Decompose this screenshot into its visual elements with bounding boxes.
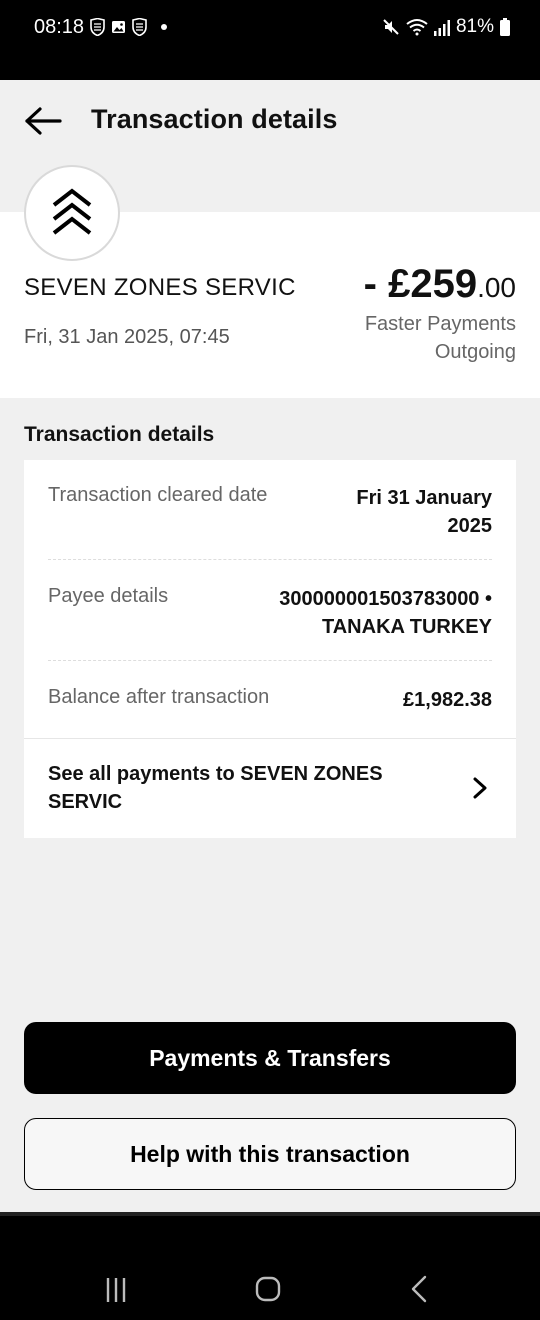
details-card: Transaction cleared date Fri 31 January …: [24, 460, 516, 838]
amount-pence: .00: [477, 272, 516, 303]
recent-apps-icon[interactable]: [96, 1272, 136, 1308]
mute-icon: [383, 19, 399, 35]
amount-main: - £259: [363, 262, 478, 306]
detail-row-payee: Payee details 300000001503783000 • TANAK…: [48, 585, 492, 641]
status-icons-left: [90, 18, 167, 36]
battery-icon: [500, 18, 510, 36]
payment-type-line1: Faster Payments: [364, 313, 516, 335]
arrow-left-icon[interactable]: [22, 106, 62, 136]
detail-value: Fri 31 January 2025: [356, 484, 492, 540]
signal-icon: [433, 20, 450, 36]
divider: [48, 660, 492, 661]
see-all-line1: See all payments to SEVEN ZONES: [48, 763, 383, 785]
section-title: Transaction details: [24, 423, 215, 446]
detail-label: Transaction cleared date: [48, 484, 268, 506]
detail-row-balance: Balance after transaction £1,982.38: [48, 686, 492, 716]
gallery-icon: [112, 21, 125, 33]
system-nav-bar: [0, 1212, 540, 1320]
page-title: Transaction details: [91, 104, 338, 134]
transaction-datetime: Fri, 31 Jan 2025, 07:45: [24, 326, 230, 348]
detail-value-line2: 2025: [447, 515, 493, 537]
status-time: 08:18: [34, 16, 85, 38]
detail-value-line1: Fri 31 January: [356, 487, 492, 509]
see-all-payments-label: See all payments to SEVEN ZONES SERVIC: [48, 760, 448, 816]
transaction-amount: - £259.00: [364, 262, 516, 307]
detail-value-line1: 300000001503783000 •: [279, 588, 492, 610]
home-icon[interactable]: [248, 1272, 288, 1308]
divider: [48, 559, 492, 560]
chevrons-up-icon: [52, 188, 92, 235]
merchant-name: SEVEN ZONES SERVIC: [24, 274, 296, 301]
notification-dot: [161, 24, 167, 30]
payments-transfers-button[interactable]: Payments & Transfers: [24, 1022, 516, 1094]
detail-value: £1,982.38: [403, 689, 492, 711]
help-transaction-button[interactable]: Help with this transaction: [24, 1118, 516, 1190]
detail-value: 300000001503783000 • TANAKA TURKEY: [279, 585, 492, 641]
detail-label: Balance after transaction: [48, 686, 270, 708]
see-all-payments-link[interactable]: See all payments to SEVEN ZONES SERVIC: [24, 738, 516, 838]
status-icons-right: 81%: [382, 16, 510, 38]
detail-value-line2: TANAKA TURKEY: [322, 616, 492, 638]
shield-icon: [90, 18, 105, 36]
detail-row-cleared-date: Transaction cleared date Fri 31 January …: [48, 484, 492, 540]
status-bar: 08:18 81%: [0, 0, 540, 80]
chevron-right-icon: [473, 777, 487, 799]
wifi-icon: [406, 19, 428, 36]
payment-type-line2: Outgoing: [434, 341, 516, 363]
back-icon[interactable]: [400, 1272, 440, 1308]
battery-percent: 81%: [455, 16, 494, 37]
see-all-line2: SERVIC: [48, 791, 123, 813]
merchant-logo: [24, 165, 120, 261]
shield-icon: [132, 18, 147, 36]
payment-type: Faster Payments Outgoing: [365, 310, 516, 366]
detail-label: Payee details: [48, 585, 169, 607]
